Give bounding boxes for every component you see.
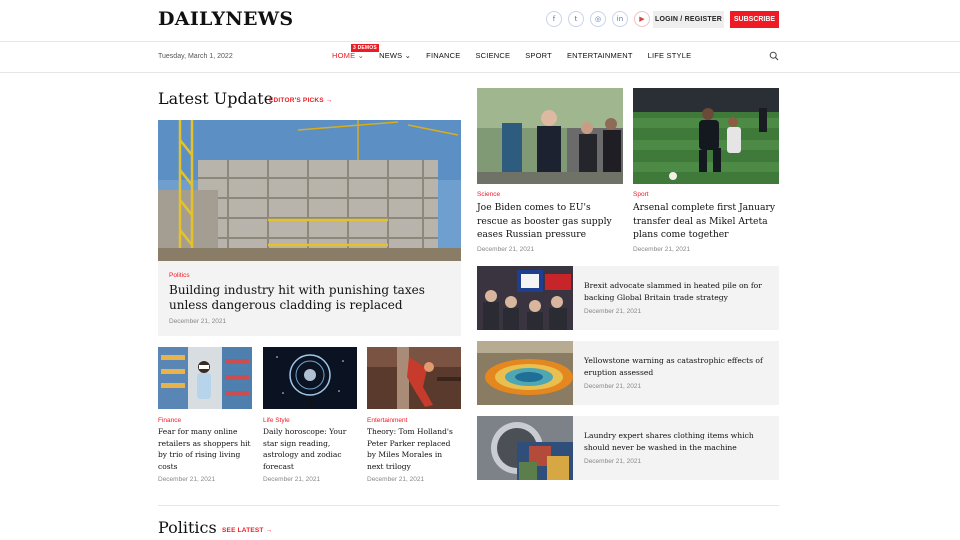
main-navigation: Tuesday, March 1, 2022 HOME ⌄ 3 DEMOS NE… (0, 42, 960, 73)
list-item[interactable]: Yellowstone warning as catastrophic effe… (477, 341, 779, 405)
article-title[interactable]: Arsenal complete first January transfer … (633, 201, 779, 242)
article-date: December 21, 2021 (584, 383, 642, 390)
linkedin-icon[interactable]: in (612, 11, 628, 27)
politics-heading: Politics (158, 518, 217, 537)
article-image[interactable] (158, 347, 252, 409)
article-date: December 21, 2021 (584, 308, 642, 315)
social-links: f t ◎ in ▶ (546, 11, 650, 27)
article-title[interactable]: Daily horoscope: Your star sign reading,… (263, 426, 357, 472)
article-image[interactable] (263, 347, 357, 409)
featured-title[interactable]: Building industry hit with punishing tax… (169, 283, 454, 313)
youtube-icon[interactable]: ▶ (634, 11, 650, 27)
list-item[interactable]: Brexit advocate slammed in heated pile o… (477, 266, 779, 330)
nav-item-finance[interactable]: FINANCE (426, 51, 460, 60)
article-title[interactable]: Laundry expert shares clothing items whi… (584, 430, 769, 454)
article-category[interactable]: Sport (633, 191, 779, 198)
article-image[interactable] (477, 266, 573, 330)
nav-item-label: HOME ⌄ (332, 51, 365, 60)
site-header: DAILYNEWS f t ◎ in ▶ LOGIN / REGISTER SU… (0, 0, 960, 42)
instagram-icon[interactable]: ◎ (590, 11, 606, 27)
article-title[interactable]: Joe Biden comes to EU's rescue as booste… (477, 201, 623, 242)
article-category[interactable]: Science (477, 191, 623, 198)
article-date: December 21, 2021 (633, 245, 691, 253)
article-date: December 21, 2021 (477, 245, 535, 253)
section-divider (158, 505, 779, 506)
article-image[interactable] (477, 416, 573, 480)
demos-badge: 3 DEMOS (351, 44, 379, 52)
nav-item-science[interactable]: SCIENCE (475, 51, 510, 60)
nav-item-home[interactable]: HOME ⌄ 3 DEMOS (332, 44, 379, 60)
article-title[interactable]: Fear for many online retailers as shoppe… (158, 426, 252, 472)
nav-item-life-style[interactable]: LIFE STYLE (648, 51, 692, 60)
twitter-icon[interactable]: t (568, 11, 584, 27)
article-card[interactable]: Sport Arsenal complete first January tra… (633, 88, 779, 253)
article-image[interactable] (367, 347, 461, 409)
article-category[interactable]: Finance (158, 417, 252, 424)
article-title[interactable]: Yellowstone warning as catastrophic effe… (584, 355, 769, 379)
article-image[interactable] (633, 88, 779, 184)
site-logo[interactable]: DAILYNEWS (158, 8, 293, 30)
see-latest-link[interactable]: SEE LATEST → (222, 527, 272, 534)
search-icon[interactable] (769, 51, 779, 61)
current-date: Tuesday, March 1, 2022 (158, 53, 233, 60)
featured-article[interactable]: Politics Building industry hit with puni… (158, 120, 461, 336)
article-category[interactable]: Entertainment (367, 417, 461, 424)
article-card[interactable]: Life Style Daily horoscope: Your star si… (263, 347, 357, 483)
article-image[interactable] (477, 341, 573, 405)
article-date: December 21, 2021 (584, 458, 642, 465)
featured-image[interactable] (158, 120, 461, 261)
article-card[interactable]: Entertainment Theory: Tom Holland's Pete… (367, 347, 461, 483)
featured-category[interactable]: Politics (169, 272, 190, 279)
article-date: December 21, 2021 (158, 476, 216, 483)
nav-item-news[interactable]: NEWS ⌄ (379, 51, 411, 60)
nav-item-sport[interactable]: SPORT (525, 51, 552, 60)
nav-menu: HOME ⌄ 3 DEMOS NEWS ⌄ FINANCE SCIENCE SP… (332, 44, 706, 60)
login-register-button[interactable]: LOGIN / REGISTER (653, 11, 724, 28)
facebook-icon[interactable]: f (546, 11, 562, 27)
article-date: December 21, 2021 (263, 476, 321, 483)
list-item[interactable]: Laundry expert shares clothing items whi… (477, 416, 779, 480)
article-title[interactable]: Brexit advocate slammed in heated pile o… (584, 280, 769, 304)
subscribe-button[interactable]: SUBSCRIBE (730, 11, 779, 28)
latest-update-heading: Latest Update (158, 89, 274, 108)
nav-item-entertainment[interactable]: ENTERTAINMENT (567, 51, 633, 60)
article-category[interactable]: Life Style (263, 417, 357, 424)
featured-date: December 21, 2021 (169, 318, 227, 325)
article-card[interactable]: Finance Fear for many online retailers a… (158, 347, 252, 483)
editors-picks-link[interactable]: EDITOR'S PICKS → (269, 97, 333, 104)
article-image[interactable] (477, 88, 623, 184)
article-title[interactable]: Theory: Tom Holland's Peter Parker repla… (367, 426, 461, 472)
article-card[interactable]: Science Joe Biden comes to EU's rescue a… (477, 88, 623, 253)
article-date: December 21, 2021 (367, 476, 425, 483)
